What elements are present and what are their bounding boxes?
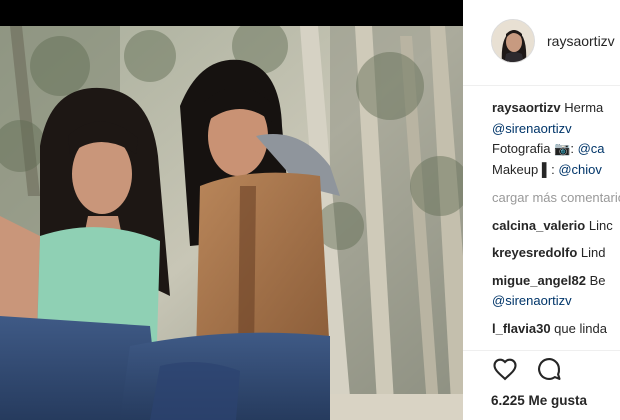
comment-text: Be bbox=[589, 272, 606, 288]
author-username[interactable]: raysaortizv bbox=[547, 33, 615, 49]
comment-item-continuation: @sirenaortizv bbox=[492, 291, 620, 312]
makeup-credit-label: Makeup bbox=[492, 161, 539, 177]
comment-item: l_flavia30 que linda bbox=[492, 319, 620, 340]
comment-text: Linc bbox=[588, 217, 613, 233]
post-photo[interactable] bbox=[0, 26, 463, 420]
likes-count[interactable]: 6.225 Me gusta bbox=[491, 393, 587, 408]
comment-username[interactable]: l_flavia30 bbox=[492, 321, 551, 336]
post-header: raysaortizv bbox=[463, 0, 620, 86]
author-avatar[interactable] bbox=[491, 19, 535, 63]
post-side-panel: raysaortizv raysaortizv Herma @sirenaort… bbox=[463, 0, 620, 420]
post-actions-bar: 6.225 Me gusta bbox=[463, 350, 620, 420]
comment-username[interactable]: kreyesredolfo bbox=[492, 245, 577, 260]
comments-list: raysaortizv Herma @sirenaortizv Fotograf… bbox=[492, 98, 620, 339]
comment-username[interactable]: migue_angel82 bbox=[492, 273, 586, 288]
comment-item: kreyesredolfo Lind bbox=[492, 243, 620, 264]
load-more-line: cargar más comentarios bbox=[492, 188, 620, 209]
comment-mention[interactable]: @sirenaortizv bbox=[492, 293, 572, 308]
camera-icon: 📷: bbox=[554, 141, 574, 156]
media-top-bar bbox=[0, 0, 463, 26]
caption-mention[interactable]: @sirenaortizv bbox=[492, 121, 572, 136]
caption-line-1: raysaortizv Herma bbox=[492, 98, 620, 119]
caption-line-3: Fotografia 📷: @ca bbox=[492, 139, 620, 160]
caption-line-4: Makeup ▌: @chiov bbox=[492, 160, 620, 181]
load-more-comments-link[interactable]: cargar más comentarios bbox=[492, 190, 620, 205]
caption-author[interactable]: raysaortizv bbox=[492, 100, 561, 115]
comment-text: Lind bbox=[580, 245, 606, 260]
caption-text: Herma bbox=[564, 100, 604, 115]
post-media bbox=[0, 0, 463, 420]
lipstick-icon: ▌: bbox=[541, 161, 555, 177]
heart-icon[interactable] bbox=[491, 355, 519, 383]
makeup-credit-mention[interactable]: @chiov bbox=[558, 162, 602, 177]
comment-item: calcina_valerio Linc bbox=[492, 216, 620, 237]
caption-line-2: @sirenaortizv bbox=[492, 119, 620, 140]
comment-text: que linda bbox=[554, 320, 607, 336]
comment-item: migue_angel82 Be bbox=[492, 271, 620, 292]
photo-credit-mention[interactable]: @ca bbox=[578, 141, 605, 156]
comment-username[interactable]: calcina_valerio bbox=[492, 218, 585, 233]
speech-bubble-icon[interactable] bbox=[535, 355, 563, 383]
photo-credit-label: Fotografia bbox=[492, 141, 551, 156]
